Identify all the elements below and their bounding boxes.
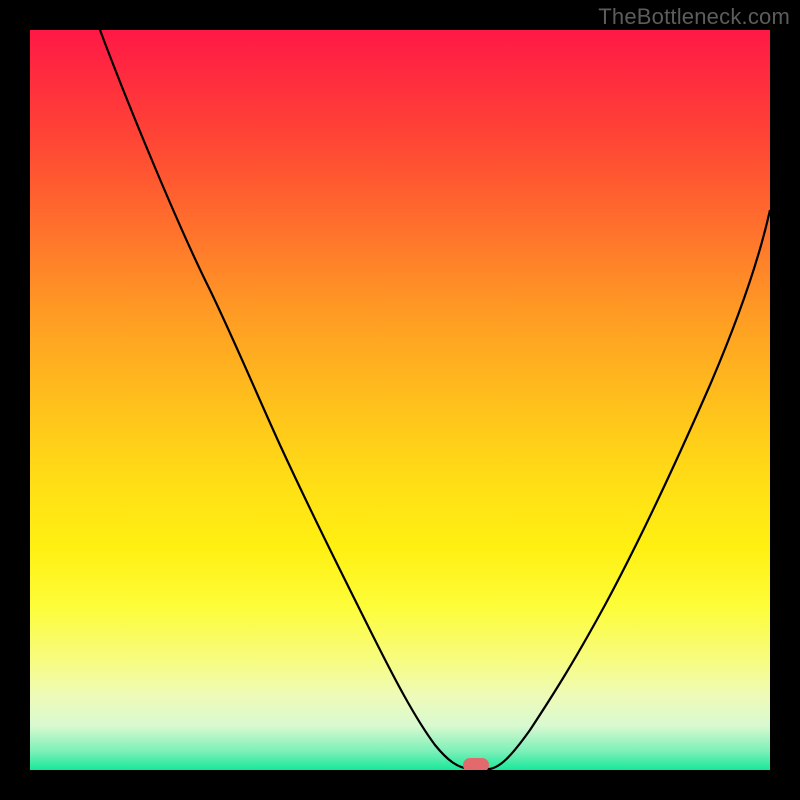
watermark-text: TheBottleneck.com xyxy=(598,4,790,30)
optimal-marker xyxy=(463,758,489,770)
curve-path xyxy=(100,30,770,769)
bottleneck-curve xyxy=(30,30,770,770)
plot-area xyxy=(30,30,770,770)
